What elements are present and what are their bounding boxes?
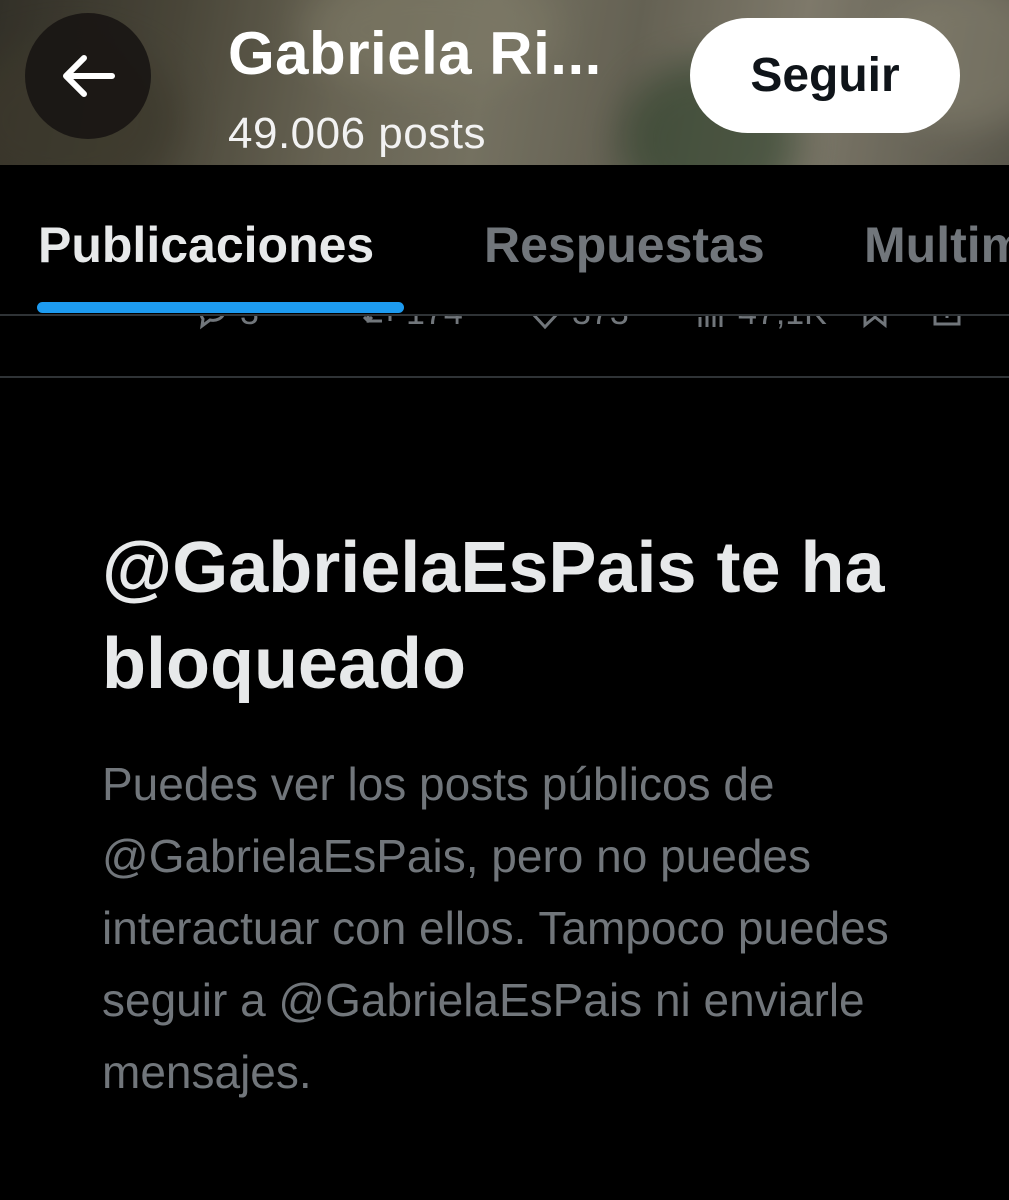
tab-respuestas[interactable]: Respuestas — [484, 215, 765, 275]
reply-action[interactable]: 3 — [196, 316, 259, 330]
back-button[interactable] — [25, 13, 151, 139]
like-action[interactable]: 373 — [528, 316, 629, 330]
share-action[interactable] — [930, 316, 964, 328]
bookmark-action[interactable] — [860, 316, 890, 328]
reply-count: 3 — [240, 316, 259, 330]
repost-icon — [362, 316, 392, 323]
profile-tabs: Publicaciones Respuestas Multimedia — [0, 165, 1009, 315]
profile-header-banner: Gabriela Ri... 49.006 posts Seguir — [0, 0, 1009, 165]
heart-icon — [533, 316, 557, 329]
views-count: 47,1K — [738, 316, 827, 330]
post-count: 49.006 posts — [228, 109, 486, 158]
bookmark-icon — [863, 316, 887, 328]
post-divider — [0, 376, 1009, 378]
like-count: 373 — [572, 316, 629, 330]
views-action[interactable]: 47,1K — [694, 316, 827, 330]
repost-action[interactable]: 174 — [362, 316, 463, 330]
repost-count: 174 — [406, 316, 463, 330]
arrow-left-icon — [63, 55, 115, 97]
share-icon — [933, 316, 961, 326]
active-tab-indicator — [37, 302, 404, 313]
analytics-icon — [698, 316, 723, 327]
blocked-notice-title: @GabrielaEsPais te ha bloqueado — [102, 528, 885, 704]
tab-publicaciones[interactable]: Publicaciones — [38, 215, 374, 275]
profile-name: Gabriela Ri... — [228, 20, 602, 87]
previous-post-action-row: 3 174 373 47,1K — [0, 316, 1009, 330]
blocked-notice-body: Puedes ver los posts públicos de @Gabrie… — [102, 758, 889, 1098]
reply-icon — [200, 316, 224, 329]
follow-button[interactable]: Seguir — [690, 18, 960, 133]
tab-multimedia[interactable]: Multimedia — [864, 215, 1009, 275]
